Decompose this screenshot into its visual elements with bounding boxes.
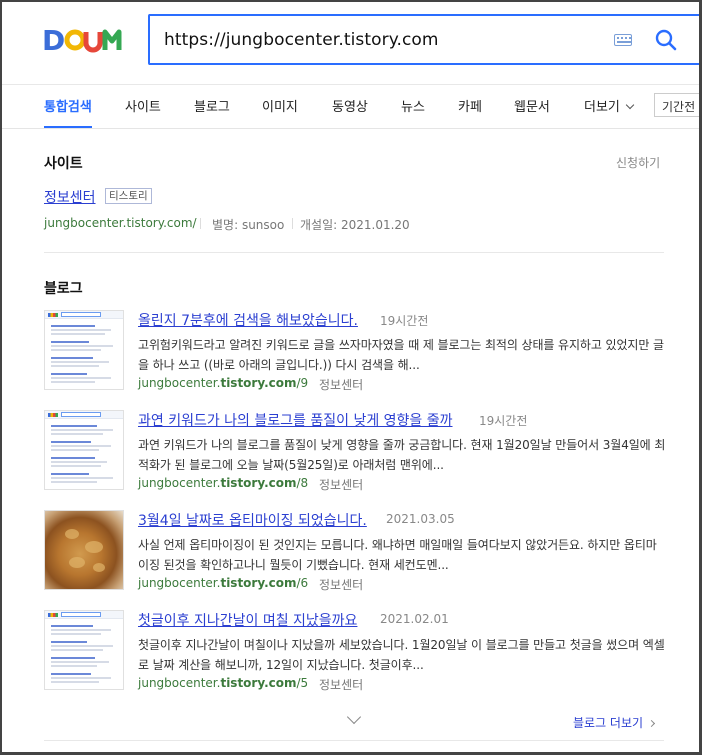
post-source[interactable]: 정보센터 (319, 676, 363, 693)
blog-more-label: 블로그 더보기 (573, 716, 644, 730)
post-thumbnail[interactable] (44, 310, 124, 390)
tab-more-label: 더보기 (584, 100, 620, 115)
post-url[interactable]: jungbocenter.tistory.com/9 (138, 376, 308, 390)
site-name-link[interactable]: 정보센터 (44, 187, 96, 207)
tab-cafe[interactable]: 카페 (458, 96, 482, 115)
post-source[interactable]: 정보센터 (319, 476, 363, 493)
post-description: 고위험키워드라고 알려진 키워드로 글을 쓰자마자였을 때 제 블로그는 최적의… (138, 338, 664, 372)
tab-image[interactable]: 이미지 (262, 96, 298, 115)
site-section-title: 사이트 (44, 156, 83, 172)
post-description: 사실 언제 옵티마이징이 된 것인지는 모릅니다. 왜냐하면 매일매일 들여다보… (138, 538, 657, 572)
post-thumbnail[interactable] (44, 510, 124, 590)
blog-post: 3월4일 날짜로 옵티마이징 되었습니다. 2021.03.05 사실 언제 옵… (44, 510, 664, 602)
period-filter-button[interactable]: 기간전 (654, 93, 699, 117)
blog-section-title: 블로그 (44, 281, 83, 297)
tab-news[interactable]: 뉴스 (401, 96, 425, 115)
svg-text:D: D (42, 24, 65, 54)
site-url[interactable]: jungbocenter.tistory.com/ (44, 216, 197, 230)
tab-integrated[interactable]: 통합검색 (44, 96, 92, 115)
post-description: 과연 키워드가 나의 블로그를 품질이 낮게 영향을 줄까 궁금합니다. 현재 … (138, 438, 666, 472)
tab-more[interactable]: 더보기 (584, 96, 635, 115)
post-url[interactable]: jungbocenter.tistory.com/6 (138, 576, 308, 590)
post-url[interactable]: jungbocenter.tistory.com/8 (138, 476, 308, 490)
search-tabs: 통합검색 사이트 블로그 이미지 동영상 뉴스 카페 웹문서 더보기 기간전 (2, 85, 699, 129)
chevron-right-icon (648, 719, 656, 728)
site-alias: 별명: sunsoo (212, 218, 285, 232)
meta-separator (200, 218, 201, 229)
post-title-link[interactable]: 첫글이후 지나간날이 며칠 지났을까요 (138, 610, 357, 630)
tistory-badge: 티스토리 (105, 188, 152, 204)
blog-more-link[interactable]: 블로그 더보기 (573, 714, 656, 731)
post-description: 첫글이후 지나간날이 며칠이나 지났을까 세보았습니다. 1월20일날 이 블로… (138, 638, 665, 672)
post-title-link[interactable]: 올린지 7분후에 검색을 해보았습니다. (138, 310, 358, 330)
post-source[interactable]: 정보센터 (319, 376, 363, 393)
post-url[interactable]: jungbocenter.tistory.com/5 (138, 676, 308, 690)
daum-logo[interactable]: D (42, 24, 130, 54)
expand-chevron-icon[interactable] (346, 709, 362, 725)
post-time: 19시간전 (479, 414, 528, 428)
section-divider (44, 252, 664, 253)
tab-webdoc[interactable]: 웹문서 (514, 96, 550, 115)
chevron-down-icon (625, 100, 635, 110)
post-thumbnail[interactable] (44, 610, 124, 690)
meta-separator (292, 218, 293, 229)
tabs-divider (2, 128, 699, 129)
section-divider (44, 740, 664, 741)
post-thumbnail[interactable] (44, 410, 124, 490)
post-title-link[interactable]: 3월4일 날짜로 옵티마이징 되었습니다. (138, 510, 367, 530)
apply-link[interactable]: 신청하기 (616, 154, 660, 171)
site-opened-date: 개설일: 2021.01.20 (300, 218, 410, 232)
keyboard-icon[interactable] (614, 34, 632, 46)
tab-blog[interactable]: 블로그 (194, 96, 230, 115)
post-time: 19시간전 (380, 314, 429, 328)
search-icon[interactable] (654, 28, 678, 52)
blog-post: 첫글이후 지나간날이 며칠 지났을까요 2021.02.01 첫글이후 지나간날… (44, 610, 665, 702)
blog-post: 올린지 7분후에 검색을 해보았습니다. 19시간전 고위험키워드라고 알려진 … (44, 310, 664, 402)
post-title-link[interactable]: 과연 키워드가 나의 블로그를 품질이 낮게 영향을 줄까 (138, 410, 453, 430)
tab-site[interactable]: 사이트 (125, 96, 161, 115)
blog-post: 과연 키워드가 나의 블로그를 품질이 낮게 영향을 줄까 19시간전 과연 키… (44, 410, 666, 502)
post-time: 2021.03.05 (386, 512, 455, 526)
search-input[interactable]: https://jungbocenter.tistory.com (164, 30, 439, 50)
post-time: 2021.02.01 (380, 612, 449, 626)
tab-video[interactable]: 동영상 (332, 96, 368, 115)
browser-viewport: D https://jungbocenter.tistory.com 통합검색 … (0, 0, 702, 755)
post-source[interactable]: 정보센터 (319, 576, 363, 593)
search-box[interactable]: https://jungbocenter.tistory.com (148, 14, 699, 65)
